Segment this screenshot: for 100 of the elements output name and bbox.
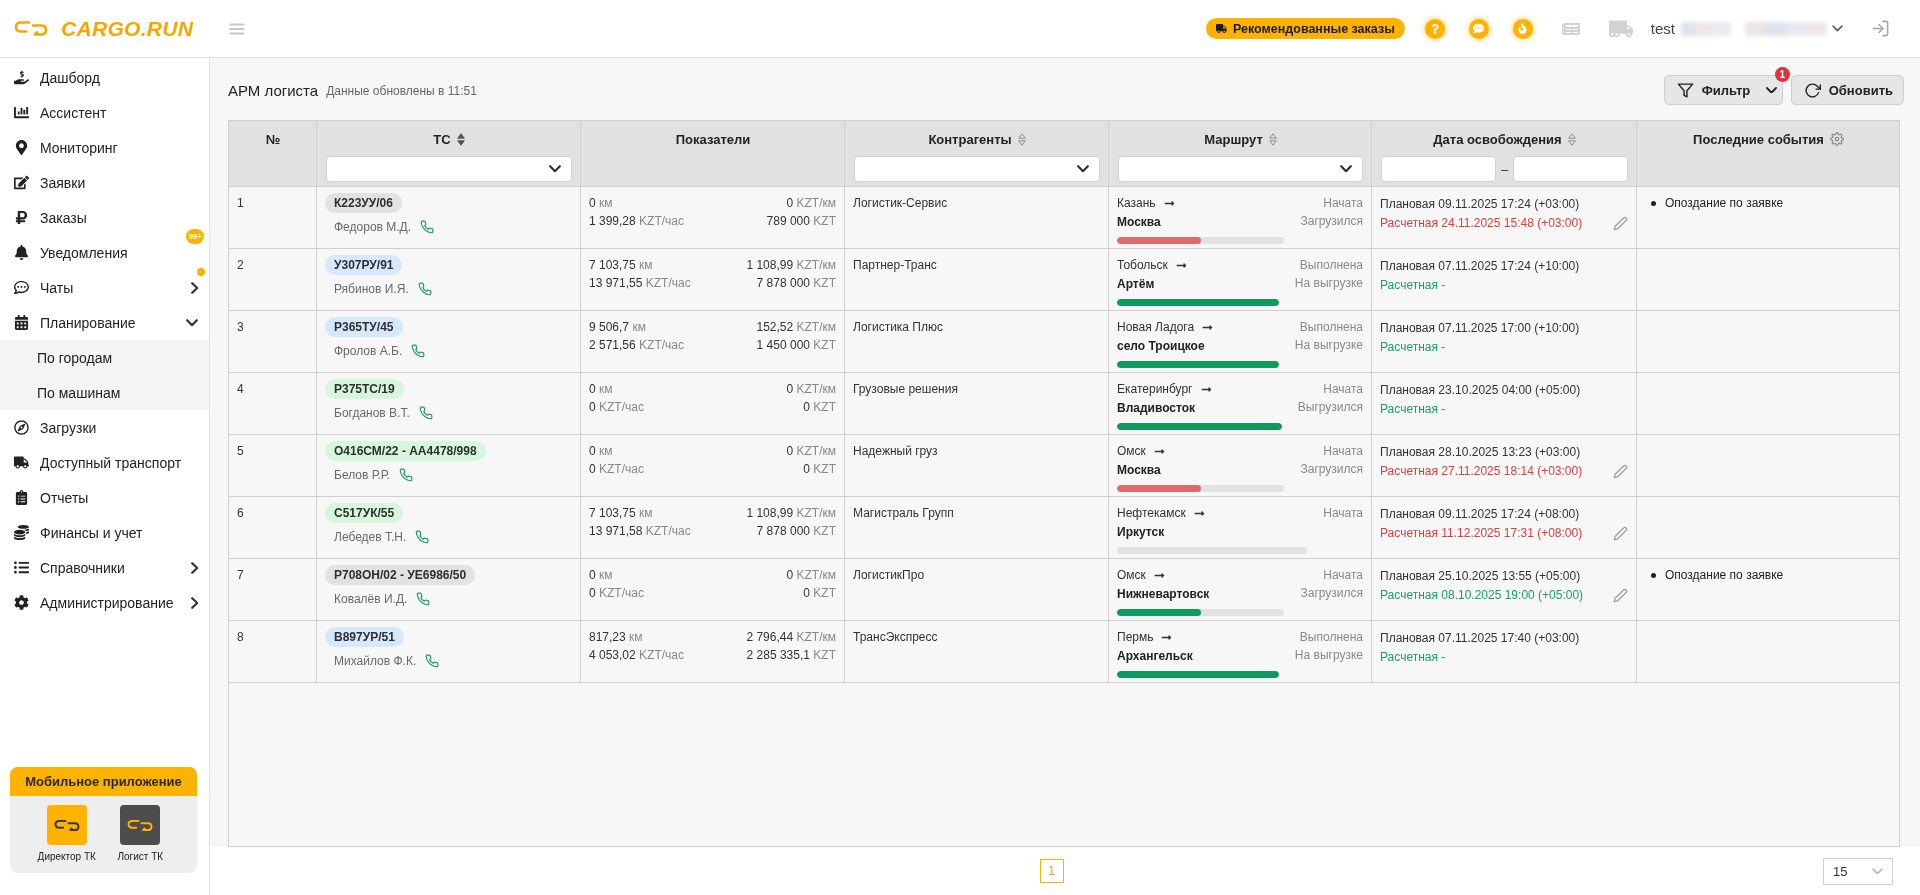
planned-date: Плановая 07.11.2025 17:00 (+10:00) [1380,321,1581,335]
funnel-icon [1676,81,1694,99]
estimated-date: Расчетная - [1380,340,1447,354]
phone-icon[interactable] [420,220,435,234]
row-number: 4 [237,382,244,396]
recommended-orders-button[interactable]: Рекомендованные заказы [1206,18,1405,39]
route-destination: Нижневартовск [1117,586,1211,602]
phone-icon[interactable] [425,654,440,668]
app-button[interactable]: Директор ТК [30,805,104,862]
edit-icon[interactable] [1613,215,1628,231]
metric-value: 4 053,02 KZT/час [589,648,685,663]
chevron-down-icon [1340,165,1352,173]
date-from-field[interactable] [1381,156,1496,182]
sidebar-subitem[interactable]: По машинам [0,375,209,410]
range-separator: – [1500,161,1509,177]
route-substatus: Загрузился [1300,461,1363,477]
sort-icon[interactable] [1268,132,1277,146]
refresh-icon [1803,81,1821,99]
planned-date: Плановая 07.11.2025 17:40 (+03:00) [1380,631,1581,645]
event-text: Опоздание по заявке [1665,568,1784,582]
vehicle-plate: С517УК/55 [325,503,404,523]
metric-value: 1 108,99 KZT/км [745,506,836,521]
planned-date: Плановая 23.10.2025 04:00 (+05:00) [1380,383,1582,397]
hand-dollar-icon [14,70,29,85]
driver-name: Белов Р.Р. [334,468,390,482]
chat-icon[interactable] [1468,18,1489,39]
phone-icon[interactable] [415,530,430,544]
row-number: 7 [237,568,244,582]
sort-icon[interactable] [1017,132,1026,146]
row-number: 3 [237,320,244,334]
app-button[interactable]: Логист ТК [103,805,177,862]
sort-icon[interactable] [456,132,465,146]
logo-text: CARGO.RUN [61,16,194,41]
row-number: 2 [237,258,244,272]
contractor-name: Логистик-Сервис [853,196,948,210]
route-status: Выполнена [1299,257,1363,273]
route-substatus: Загрузился [1300,213,1363,229]
contractor-name: Магистраль Групп [853,506,954,520]
phone-icon[interactable] [417,282,432,296]
metric-value: 0 KZT/км [785,444,836,459]
date-to-field[interactable] [1513,156,1628,182]
route-substatus: На выгрузке [1294,337,1363,353]
chevron-down-icon [1077,165,1089,173]
metric-value: 7 103,75 км [589,258,654,273]
metric-value: 0 KZT/км [785,382,836,397]
coins-icon [14,525,29,540]
estimated-date: Расчетная - [1380,650,1447,664]
metric-value: 0 KZT [802,400,836,415]
route-destination: Владивосток [1117,400,1197,416]
vehicle-plate: Р365ТУ/45 [325,317,403,337]
chevron-down-icon [1872,867,1883,875]
edit-icon[interactable] [1613,587,1628,603]
route-destination: Артём [1117,276,1156,292]
filter-select[interactable] [854,156,1100,182]
edit-icon[interactable] [1613,525,1628,541]
page-size-select[interactable]: 15 [1823,857,1893,885]
truck-icon [1216,23,1228,34]
help-icon[interactable] [1424,18,1445,39]
phone-icon[interactable] [398,468,413,482]
user-name[interactable]: test [1650,20,1675,37]
metric-value: 0 KZT/час [589,586,645,601]
logout-icon[interactable] [1871,19,1890,38]
route-status: Начата [1323,505,1363,521]
metric-value: 0 км [589,196,614,211]
metric-value: 9 506,7 км [589,320,647,335]
edit-icon[interactable] [1613,463,1628,479]
metric-value: 789 000 KZT [765,214,836,229]
app-logo-icon [46,805,87,845]
list-icon [14,560,29,575]
route-substatus: На выгрузке [1294,275,1363,291]
route-origin: Пермь [1117,630,1154,644]
bell-icon [14,245,29,260]
compass-icon [14,420,29,435]
phone-icon[interactable] [418,406,433,420]
updated-time-text: Данные обновлены в 11:51 [326,84,477,98]
ruble-icon [14,210,29,225]
bullet-icon [1651,572,1656,578]
sidebar-subitem[interactable]: По городам [0,340,209,375]
column-header: Дата освобождения [1433,131,1562,147]
metric-value: 2 796,44 KZT/км [745,630,836,645]
route-origin: Нефтекамск [1117,506,1186,520]
refresh-button[interactable]: Обновить [1790,75,1904,105]
logo-icon [14,20,48,37]
settings-icon[interactable] [1829,132,1844,146]
phone-icon[interactable] [411,344,426,358]
event-text: Опоздание по заявке [1665,196,1784,210]
fire-icon[interactable] [1512,18,1533,39]
chevron-down-icon[interactable] [1832,25,1843,32]
vehicle-plate: В897УР/51 [325,627,404,647]
metric-value: 0 км [589,382,614,397]
filter-select[interactable] [1118,156,1363,182]
phone-icon[interactable] [416,592,431,606]
route-substatus: Загрузился [1300,585,1363,601]
estimated-date: Расчетная - [1380,402,1447,416]
route-substatus: На выгрузке [1294,647,1363,663]
map-pin-icon [14,140,29,155]
filter-select[interactable] [326,156,572,182]
driver-name: Фролов А.Б. [334,344,403,358]
estimated-date: Расчетная 11.12.2025 17:31 (+08:00) [1380,526,1584,540]
sort-icon[interactable] [1567,132,1576,146]
